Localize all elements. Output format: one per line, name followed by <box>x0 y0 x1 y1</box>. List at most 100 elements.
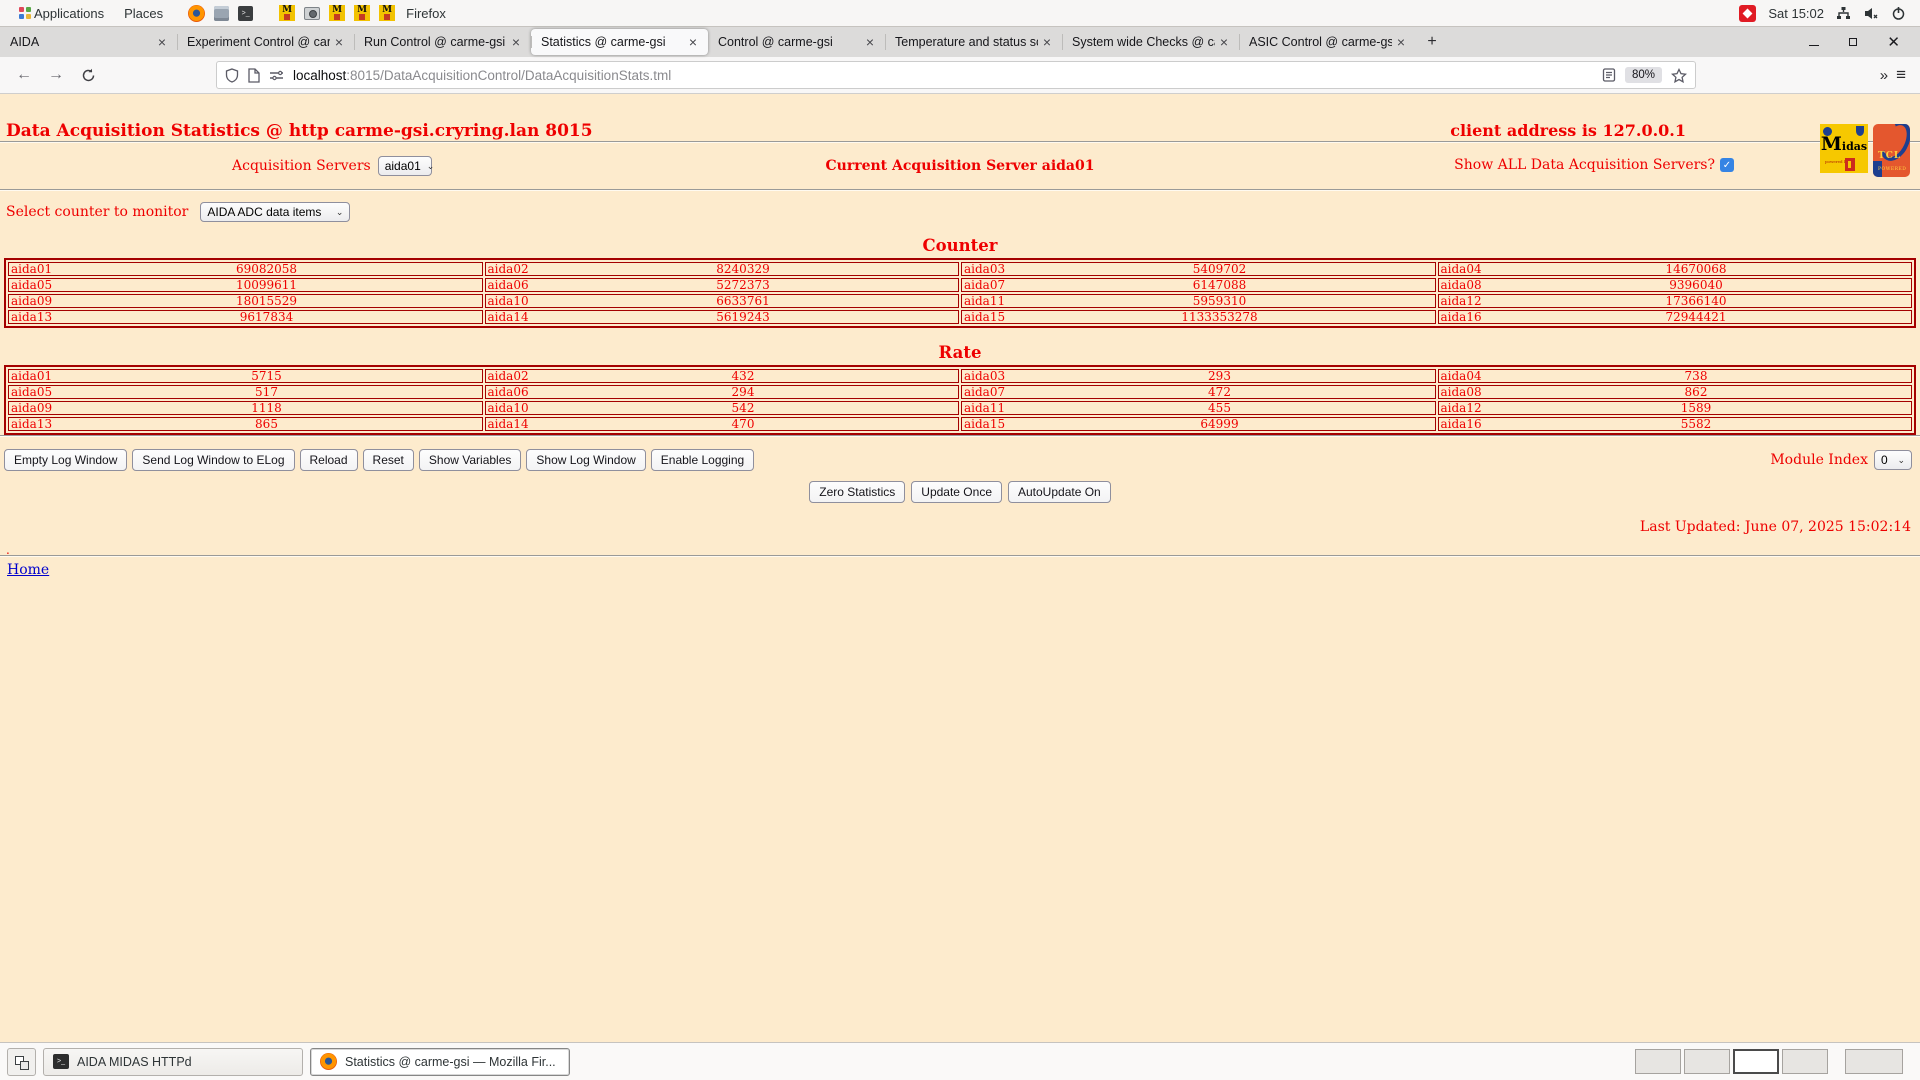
tab-label: ASIC Control @ carme-gsi <box>1249 35 1392 49</box>
terminal-launcher-icon[interactable]: >_ <box>238 5 254 21</box>
show-desktop-button[interactable] <box>7 1047 36 1076</box>
update-once-button[interactable]: Update Once <box>911 481 1002 503</box>
zoom-level-badge[interactable]: 80% <box>1624 67 1662 83</box>
permissions-icon[interactable] <box>269 69 284 82</box>
server-name: aida08 <box>1440 385 1482 399</box>
close-tab-icon[interactable]: × <box>1038 34 1056 50</box>
current-server-text: Current Acquisition Server aida01 <box>825 158 1095 174</box>
enable-logging-button[interactable]: Enable Logging <box>650 449 755 471</box>
app-menu-icon[interactable]: ≡ <box>1896 65 1906 85</box>
reset-button[interactable]: Reset <box>362 449 414 471</box>
forward-button[interactable]: → <box>40 61 72 89</box>
counter-value: 10099611 <box>235 278 298 292</box>
server-name: aida16 <box>1440 310 1482 324</box>
show-all-label: Show ALL Data Acquisition Servers? <box>1454 157 1715 173</box>
url-bar[interactable]: localhost:8015/DataAcquisitionControl/Da… <box>216 61 1696 89</box>
workspace-3-active[interactable] <box>1733 1049 1779 1074</box>
screenshot-launcher-icon[interactable] <box>304 6 321 20</box>
server-name: aida11 <box>964 294 1006 308</box>
tab-statistics-carme-gsi[interactable]: Statistics @ carme-gsi × <box>531 29 708 55</box>
server-row: Acquisition Servers aida01 ⌄ Current Acq… <box>0 143 1920 189</box>
acquisition-servers-group: Acquisition Servers aida01 ⌄ <box>232 156 434 176</box>
back-button[interactable]: ← <box>8 61 40 89</box>
module-index-select[interactable]: 0 ⌄ <box>1874 450 1912 470</box>
minimize-button[interactable] <box>1809 44 1820 46</box>
files-launcher-icon[interactable] <box>214 5 230 21</box>
pager-extra[interactable] <box>1845 1049 1903 1074</box>
tab-temperature-and-status-scan[interactable]: Temperature and status scan× <box>885 27 1062 57</box>
close-window-button[interactable]: ✕ <box>1887 35 1900 50</box>
tab-control-carme-gsi[interactable]: Control @ carme-gsi × <box>708 27 885 57</box>
reload-button[interactable]: Reload <box>299 449 358 471</box>
midas-launcher-icon[interactable]: M <box>354 5 371 21</box>
acquisition-server-select[interactable]: aida01 ⌄ <box>377 156 434 176</box>
reload-button[interactable] <box>72 61 104 89</box>
close-tab-icon[interactable]: × <box>861 34 879 50</box>
server-name: aida12 <box>1440 294 1482 308</box>
rate-value: 470 <box>731 417 755 431</box>
rate-cell-aida04: aida04 738 <box>1437 369 1912 383</box>
counter-cell-aida08: aida08 9396040 <box>1437 278 1912 292</box>
server-name: aida06 <box>487 278 529 292</box>
close-tab-icon[interactable]: × <box>684 34 702 50</box>
close-tab-icon[interactable]: × <box>153 34 171 50</box>
page-info-icon[interactable] <box>248 67 260 83</box>
rate-section-title: Rate <box>938 343 982 362</box>
home-link[interactable]: Home <box>7 562 49 578</box>
network-icon[interactable] <box>1836 6 1851 21</box>
tab-run-control-carme-gsi[interactable]: Run Control @ carme-gsi × <box>354 27 531 57</box>
close-tab-icon[interactable]: × <box>1392 34 1410 50</box>
server-name: aida02 <box>487 369 529 383</box>
taskbar-window-aida-midas-httpd[interactable]: >_ AIDA MIDAS HTTPd <box>43 1047 303 1076</box>
show-variables-button[interactable]: Show Variables <box>418 449 522 471</box>
autoupdate-on-button[interactable]: AutoUpdate On <box>1008 481 1111 503</box>
show-log-window-button[interactable]: Show Log Window <box>526 449 646 471</box>
tab-label: Statistics @ carme-gsi <box>541 35 666 49</box>
clock[interactable]: Sat 15:02 <box>1768 6 1824 21</box>
maximize-button[interactable] <box>1849 38 1858 46</box>
applications-label: Applications <box>34 5 105 21</box>
reader-mode-icon[interactable] <box>1602 68 1616 82</box>
rate-table-row: aida01 5715 aida02 432 aida03 293 aida04 738 <box>8 369 1912 383</box>
places-menu[interactable]: Places <box>115 0 172 26</box>
server-name: aida16 <box>1440 417 1482 431</box>
tab-aida[interactable]: AIDA × <box>0 27 177 57</box>
workspace-1[interactable] <box>1635 1049 1681 1074</box>
close-tab-icon[interactable]: × <box>1215 34 1233 50</box>
recorder-tray-icon[interactable] <box>1739 4 1757 22</box>
power-icon[interactable] <box>1891 6 1906 21</box>
workspace-2[interactable] <box>1684 1049 1730 1074</box>
page-content: Data Acquisition Statistics @ http carme… <box>0 94 1920 1042</box>
tab-experiment-control-carme[interactable]: Experiment Control @ carme× <box>177 27 354 57</box>
active-app-label[interactable]: Firefox <box>397 0 455 26</box>
tab-system-wide-checks-carme[interactable]: System wide Checks @ carme× <box>1062 27 1239 57</box>
midas-launcher-icon[interactable]: M <box>329 5 346 21</box>
url-text[interactable]: localhost:8015/DataAcquisitionControl/Da… <box>293 68 1593 83</box>
zero-statistics-button[interactable]: Zero Statistics <box>809 481 906 503</box>
counter-value: 17366140 <box>1665 294 1727 308</box>
applications-menu-icon <box>19 6 32 20</box>
empty-log-window-button[interactable]: Empty Log Window <box>4 449 128 471</box>
midas-launcher-icon[interactable]: M <box>379 5 396 21</box>
show-all-checkbox[interactable] <box>1720 158 1734 172</box>
bookmark-star-icon[interactable] <box>1671 67 1687 83</box>
rate-value: 862 <box>1684 385 1708 399</box>
taskbar-window-statistics-carme-gsi-mozilla-fir[interactable]: Statistics @ carme-gsi — Mozilla Fir... <box>310 1047 570 1076</box>
counter-type-select[interactable]: AIDA ADC data items ⌄ <box>200 202 351 222</box>
url-host: localhost <box>293 67 347 83</box>
new-tab-button[interactable]: + <box>1416 27 1448 57</box>
counter-value: 72944421 <box>1665 310 1727 324</box>
shield-icon[interactable] <box>225 67 239 83</box>
tab-asic-control-carme-gsi[interactable]: ASIC Control @ carme-gsi × <box>1239 27 1416 57</box>
applications-menu[interactable]: Applications <box>10 0 113 26</box>
midas-launcher-icon[interactable]: M <box>279 5 296 21</box>
close-tab-icon[interactable]: × <box>330 34 348 50</box>
overflow-menu-icon[interactable]: » <box>1880 67 1888 84</box>
firefox-icon <box>320 1053 337 1070</box>
volume-muted-icon[interactable] <box>1863 6 1879 21</box>
close-tab-icon[interactable]: × <box>507 34 525 50</box>
send-log-window-to-elog-button[interactable]: Send Log Window to ELog <box>132 449 295 471</box>
server-name: aida10 <box>487 294 529 308</box>
firefox-launcher-icon[interactable] <box>188 4 206 22</box>
workspace-4[interactable] <box>1782 1049 1828 1074</box>
